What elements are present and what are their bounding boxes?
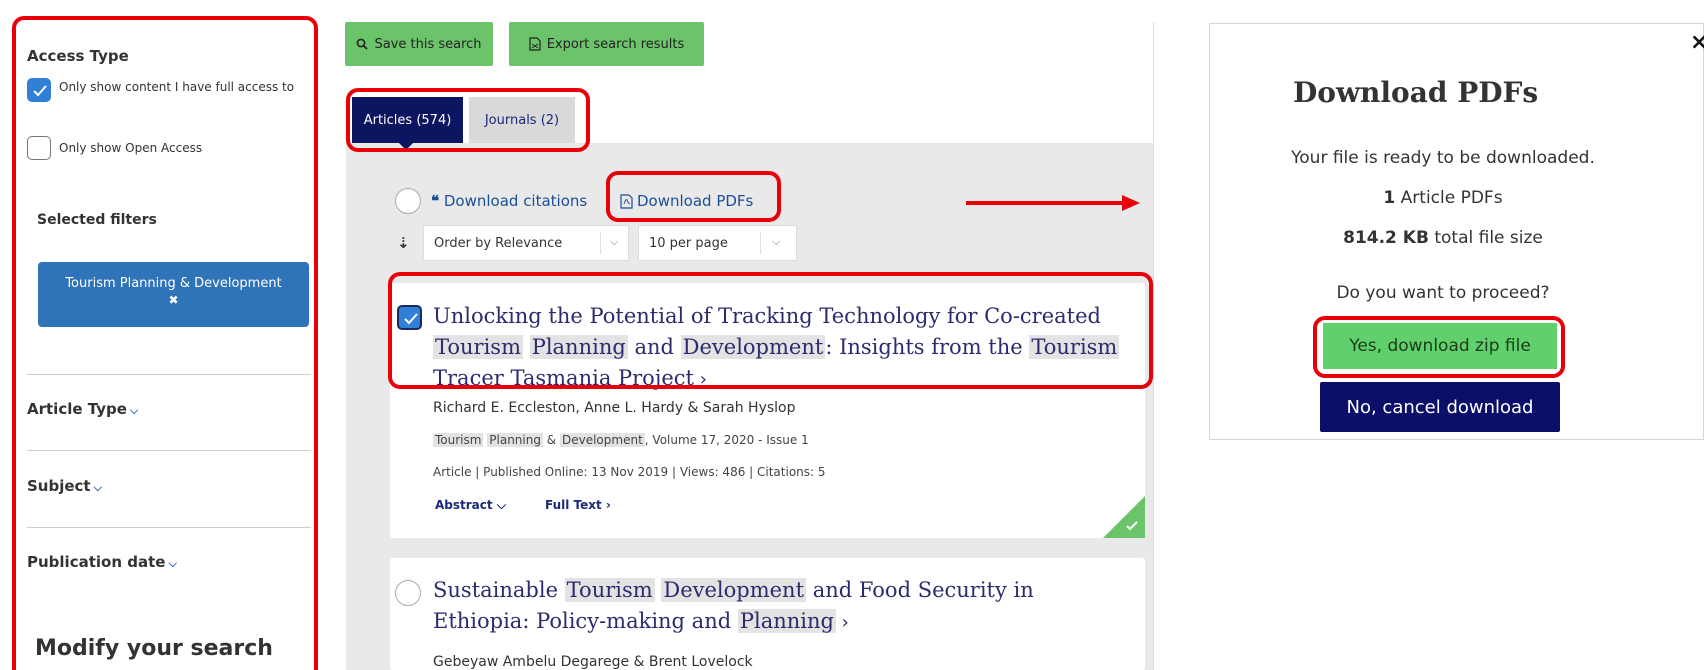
annotation-result-box [388, 272, 1153, 389]
chevron-right-icon: › [605, 498, 611, 512]
result-meta: Article | Published Online: 13 Nov 2019 … [433, 465, 826, 479]
abstract-label: Abstract [435, 498, 493, 512]
annotation-sidebar-box [12, 16, 318, 670]
download-citations-link[interactable]: ❝ Download citations [431, 192, 587, 210]
result-card: Sustainable Tourism Development and Food… [390, 558, 1145, 670]
highlighted-term: Tourism [564, 578, 655, 602]
select-separator [760, 232, 761, 254]
file-size: 814.2 KB [1343, 228, 1429, 248]
chevron-down-icon: ⌵ [610, 235, 619, 248]
quote-icon: ❝ [431, 192, 440, 210]
article-count: 1 [1383, 188, 1396, 208]
proceed-question: Do you want to proceed? [1336, 283, 1550, 303]
annotation-yes-button-box [1313, 316, 1565, 378]
text-segment: & [542, 433, 560, 447]
file-size-suffix: total file size [1428, 228, 1543, 248]
chevron-down-icon: ⌵ [772, 235, 781, 248]
file-size-text: 814.2 KB total file size [1250, 228, 1636, 248]
highlighted-term: Development [559, 433, 645, 447]
result-title[interactable]: Sustainable Tourism Development and Food… [433, 575, 1093, 638]
abstract-toggle[interactable]: Abstract ⌵ [435, 498, 506, 513]
article-count-suffix: Article PDFs [1395, 188, 1503, 208]
highlighted-term: Planning [737, 609, 836, 633]
order-by-value: Order by Relevance [434, 235, 563, 251]
download-citations-label: Download citations [443, 192, 588, 210]
article-count-text: 1 Article PDFs [1250, 188, 1636, 208]
highlighted-term: Planning [487, 433, 543, 447]
highlighted-term: Development [661, 578, 807, 602]
per-page-value: 10 per page [649, 235, 728, 251]
result-radio[interactable] [395, 580, 421, 606]
select-separator [600, 232, 601, 254]
chevron-down-icon: ⌵ [496, 498, 506, 512]
result-authors[interactable]: Richard E. Eccleston, Anne L. Hardy & Sa… [433, 400, 796, 416]
dialog-title: Download PDFs [1293, 76, 1539, 109]
select-all-radio[interactable] [395, 188, 421, 214]
result-journal[interactable]: Tourism Planning & Development, Volume 1… [433, 433, 809, 447]
result-authors[interactable]: Gebeyaw Ambelu Degarege & Brent Lovelock [433, 654, 753, 670]
check-icon [1126, 521, 1138, 531]
per-page-select[interactable]: 10 per page ⌵ [638, 225, 797, 261]
annotation-tabs-box [346, 88, 590, 152]
sort-icon: ⇣ [397, 234, 410, 252]
full-text-label: Full Text [545, 498, 602, 512]
highlighted-term: Tourism [433, 433, 484, 447]
text-segment: , Volume 17, 2020 - Issue 1 [644, 433, 809, 447]
pointer-arrow [966, 195, 1140, 211]
cancel-download-label: No, cancel download [1346, 396, 1534, 418]
text-segment: Sustainable [433, 578, 565, 602]
ready-text: Your file is ready to be downloaded. [1291, 148, 1595, 168]
chevron-right-icon: › [835, 612, 849, 633]
annotation-download-pdfs-box [606, 171, 781, 222]
full-text-link[interactable]: Full Text › [545, 498, 611, 512]
close-icon[interactable]: × [1690, 30, 1704, 55]
order-by-select[interactable]: Order by Relevance ⌵ [423, 225, 629, 261]
cancel-download-button[interactable]: No, cancel download [1320, 382, 1560, 432]
